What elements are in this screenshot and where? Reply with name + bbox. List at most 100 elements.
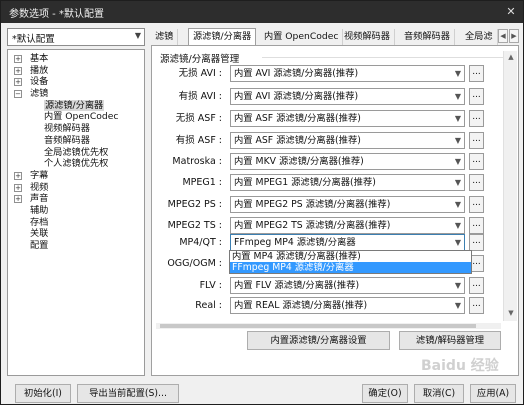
vertical-scrollbar[interactable]: ▲ ▼ (503, 51, 517, 321)
tab-bar: 滤镜 源滤镜/分离器 内置 OpenCodec 视频解码器 音频解码器 全局滤 (151, 28, 521, 46)
tree-item-label: 内置 OpenCodec (44, 111, 119, 123)
group-title: 源滤镜/分离器管理 (160, 54, 240, 65)
tree-item[interactable]: 个人滤镜优先权 (8, 158, 144, 170)
tree-item-label: 播放 (30, 64, 49, 76)
splitter-combo[interactable]: 内置 ASF 源滤镜/分离器(推荐) ▼ (230, 132, 465, 149)
tree-item[interactable]: 存档 (8, 217, 144, 229)
splitter-combo[interactable]: 内置 FLV 源滤镜/分离器(推荐) ▼ (230, 277, 465, 294)
tree-item[interactable]: + 视频 (8, 182, 144, 194)
chevron-down-icon: ▼ (454, 157, 461, 166)
profile-select-value: *默认配置 (12, 34, 55, 45)
splitter-combo[interactable]: 内置 MKV 源滤镜/分离器(推荐) ▼ (230, 153, 465, 170)
browse-button[interactable]: ... (469, 297, 484, 314)
tree-item[interactable]: + 基本 (8, 53, 144, 65)
splitter-combo[interactable]: 内置 MPEG2 TS 源滤镜/分离器(推荐) ▼ (230, 217, 465, 234)
tab[interactable]: 视频解码器 (340, 29, 395, 45)
splitter-combo[interactable]: 内置 MPEG1 源滤镜/分离器(推荐) ▼ (230, 174, 465, 191)
tree-item[interactable]: + 设备 (8, 76, 144, 88)
chevron-down-icon: ▼ (454, 200, 461, 209)
row-label: MPEG2 PS : (167, 199, 222, 210)
chevron-down-icon: ▼ (134, 31, 141, 40)
splitter-combo[interactable]: 内置 AVI 源滤镜/分离器(推荐) ▼ (230, 88, 465, 105)
browse-button[interactable]: ... (469, 153, 484, 170)
tree-item-label: 设备 (30, 76, 49, 88)
chevron-down-icon: ▼ (454, 114, 461, 123)
browse-button[interactable]: ... (469, 65, 484, 82)
row-label: Real : (195, 300, 222, 311)
splitter-combo[interactable]: 内置 AVI 源滤镜/分离器(推荐) ▼ (230, 65, 465, 82)
tree-item[interactable]: + 播放 (8, 65, 144, 77)
tree-item[interactable]: 视频解码器 (8, 123, 144, 135)
builtin-splitter-settings-button[interactable]: 内置源滤镜/分离器设置 (247, 331, 390, 350)
tree-item[interactable]: 辅助 (8, 205, 144, 217)
splitter-combo-value: 内置 FLV 源滤镜/分离器(推荐) (234, 280, 360, 291)
expand-icon[interactable]: + (14, 66, 22, 75)
expand-icon[interactable]: + (14, 78, 22, 87)
browse-button[interactable]: ... (469, 132, 484, 149)
chevron-down-icon: ▼ (454, 136, 461, 145)
tree-item[interactable]: 音频解码器 (8, 135, 144, 147)
export-config-button[interactable]: 导出当前配置(S)... (77, 384, 179, 403)
splitter-combo[interactable]: FFmpeg MP4 源滤镜/分离器 ▼ (230, 234, 465, 251)
splitter-combo[interactable]: 内置 MPEG2 PS 源滤镜/分离器(推荐) ▼ (230, 196, 465, 213)
close-icon[interactable]: ✕ (503, 4, 519, 19)
browse-button[interactable]: ... (469, 196, 484, 213)
browse-button[interactable]: ... (469, 234, 484, 251)
browse-button[interactable]: ... (469, 88, 484, 105)
tab[interactable]: 全局滤 (461, 29, 498, 45)
tree-item-label: 源滤镜/分离器 (44, 99, 105, 112)
tree-item-label: 音频解码器 (44, 134, 90, 146)
tab[interactable]: 内置 OpenCodec (260, 29, 344, 45)
splitter-combo-value: 内置 AVI 源滤镜/分离器(推荐) (234, 91, 359, 102)
tab[interactable]: 滤镜 (151, 29, 179, 45)
browse-button[interactable]: ... (469, 277, 484, 294)
collapse-icon[interactable]: − (14, 90, 22, 99)
tree-item[interactable]: 全局滤镜优先权 (8, 147, 144, 159)
tree-item-label: 视频解码器 (44, 123, 90, 135)
tree-item-label: 配置 (30, 240, 49, 251)
mp4-splitter-dropdown-list[interactable]: 内置 MP4 源滤镜/分离器(推荐) FFmpeg MP4 源滤镜/分离器 (229, 250, 472, 274)
tab[interactable]: 源滤镜/分离器 (188, 28, 257, 46)
expand-icon[interactable]: + (14, 183, 22, 192)
tree-item[interactable]: 关联 (8, 228, 144, 240)
profile-select[interactable]: *默认配置 ▼ (7, 28, 145, 46)
dropdown-option[interactable]: FFmpeg MP4 源滤镜/分离器 (230, 262, 471, 273)
row-label: 有损 AVI : (178, 91, 222, 102)
scroll-up-icon[interactable]: ▲ (506, 53, 516, 61)
filter-manager-button[interactable]: 滤镜/解码器管理 (399, 331, 501, 350)
expand-icon[interactable]: + (14, 171, 22, 180)
tab[interactable]: 音频解码器 (400, 29, 455, 45)
settings-tree[interactable]: + 基本 + 播放 + 设备 − 滤镜 源滤镜/分离器 内置 OpenCodec 视频解码器 音频解码… (7, 49, 145, 376)
row-label: MP4/QT : (179, 237, 222, 248)
browse-button[interactable]: ... (469, 110, 484, 127)
init-button[interactable]: 初始化(I) (15, 384, 71, 403)
expand-icon[interactable]: + (14, 55, 22, 63)
chevron-down-icon: ▼ (454, 301, 461, 310)
window-title: 参数选项 - *默认配置 (9, 9, 104, 20)
splitter-combo[interactable]: 内置 ASF 源滤镜/分离器(推荐) ▼ (230, 110, 465, 127)
expand-icon[interactable]: + (14, 195, 22, 204)
row-label: Matroska : (172, 156, 222, 167)
tree-item[interactable]: + 字幕 (8, 170, 144, 182)
dropdown-option[interactable]: 内置 MP4 源滤镜/分离器(推荐) (230, 251, 471, 262)
tree-item-label: 关联 (30, 228, 49, 240)
tree-item-label: 视频 (30, 181, 49, 193)
tree-item[interactable]: 内置 OpenCodec (8, 111, 144, 123)
browse-button[interactable]: ... (469, 217, 484, 234)
row-label: MPEG1 : (182, 177, 222, 188)
tree-item-label: 全局滤镜优先权 (44, 146, 109, 158)
horizontal-scroll-thumb[interactable] (160, 324, 476, 328)
tab-scroll-left-icon[interactable]: ◀ (498, 29, 508, 43)
browse-button[interactable]: ... (469, 174, 484, 191)
splitter-combo[interactable]: 内置 REAL 源滤镜/分离器(推荐) ▼ (230, 297, 465, 314)
scroll-down-icon[interactable]: ▼ (506, 309, 516, 317)
tab-scroll-right-icon[interactable]: ▶ (509, 29, 519, 43)
horizontal-scrollbar[interactable] (156, 323, 501, 329)
splitter-combo-value: 内置 ASF 源滤镜/分离器(推荐) (234, 135, 361, 146)
tree-item[interactable]: + 声音 (8, 193, 144, 205)
tree-item-label: 字幕 (30, 169, 49, 181)
ok-button[interactable]: 确定(O) (362, 384, 408, 403)
tree-item[interactable]: 配置 (8, 240, 144, 252)
tree-item[interactable]: 源滤镜/分离器 (8, 99, 144, 112)
tree-item[interactable]: − 滤镜 (8, 88, 144, 100)
